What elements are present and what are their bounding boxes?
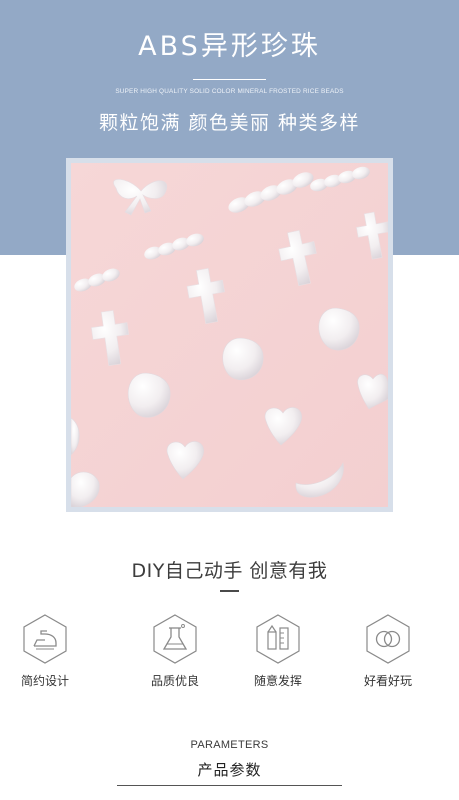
interlocking-rings-icon [366,614,410,664]
feature-simple-design: 简约设计 [0,614,90,690]
slogan-divider [220,590,239,592]
feature-label: 简约设计 [20,674,69,688]
title-divider [193,79,266,80]
product-tagline: 颗粒饱满 颜色美丽 种类多样 [98,112,361,134]
product-photo [71,163,388,507]
iron-icon [23,614,67,664]
flask-icon [153,614,197,664]
feature-label: 随意发挥 [253,674,302,688]
feature-free-play: 随意发挥 [233,614,323,690]
parameters-title-en: PARAMETERS [190,739,269,751]
feature-label: 好看好玩 [363,674,412,688]
feature-quality: 品质优良 [130,614,220,690]
parameters-divider [117,785,342,786]
feature-fun: 好看好玩 [343,614,433,690]
parameters-title-cn: 产品参数 [197,761,262,779]
design-tools-icon [256,614,300,664]
product-title: ABS异形珍珠 [138,31,321,62]
diy-slogan: DIY自己动手 创意有我 [131,560,328,582]
product-subtitle: SUPER HIGH QUALITY SOLID COLOR MINERAL F… [115,88,344,95]
feature-label: 品质优良 [150,674,199,688]
product-photo-frame [66,158,393,512]
